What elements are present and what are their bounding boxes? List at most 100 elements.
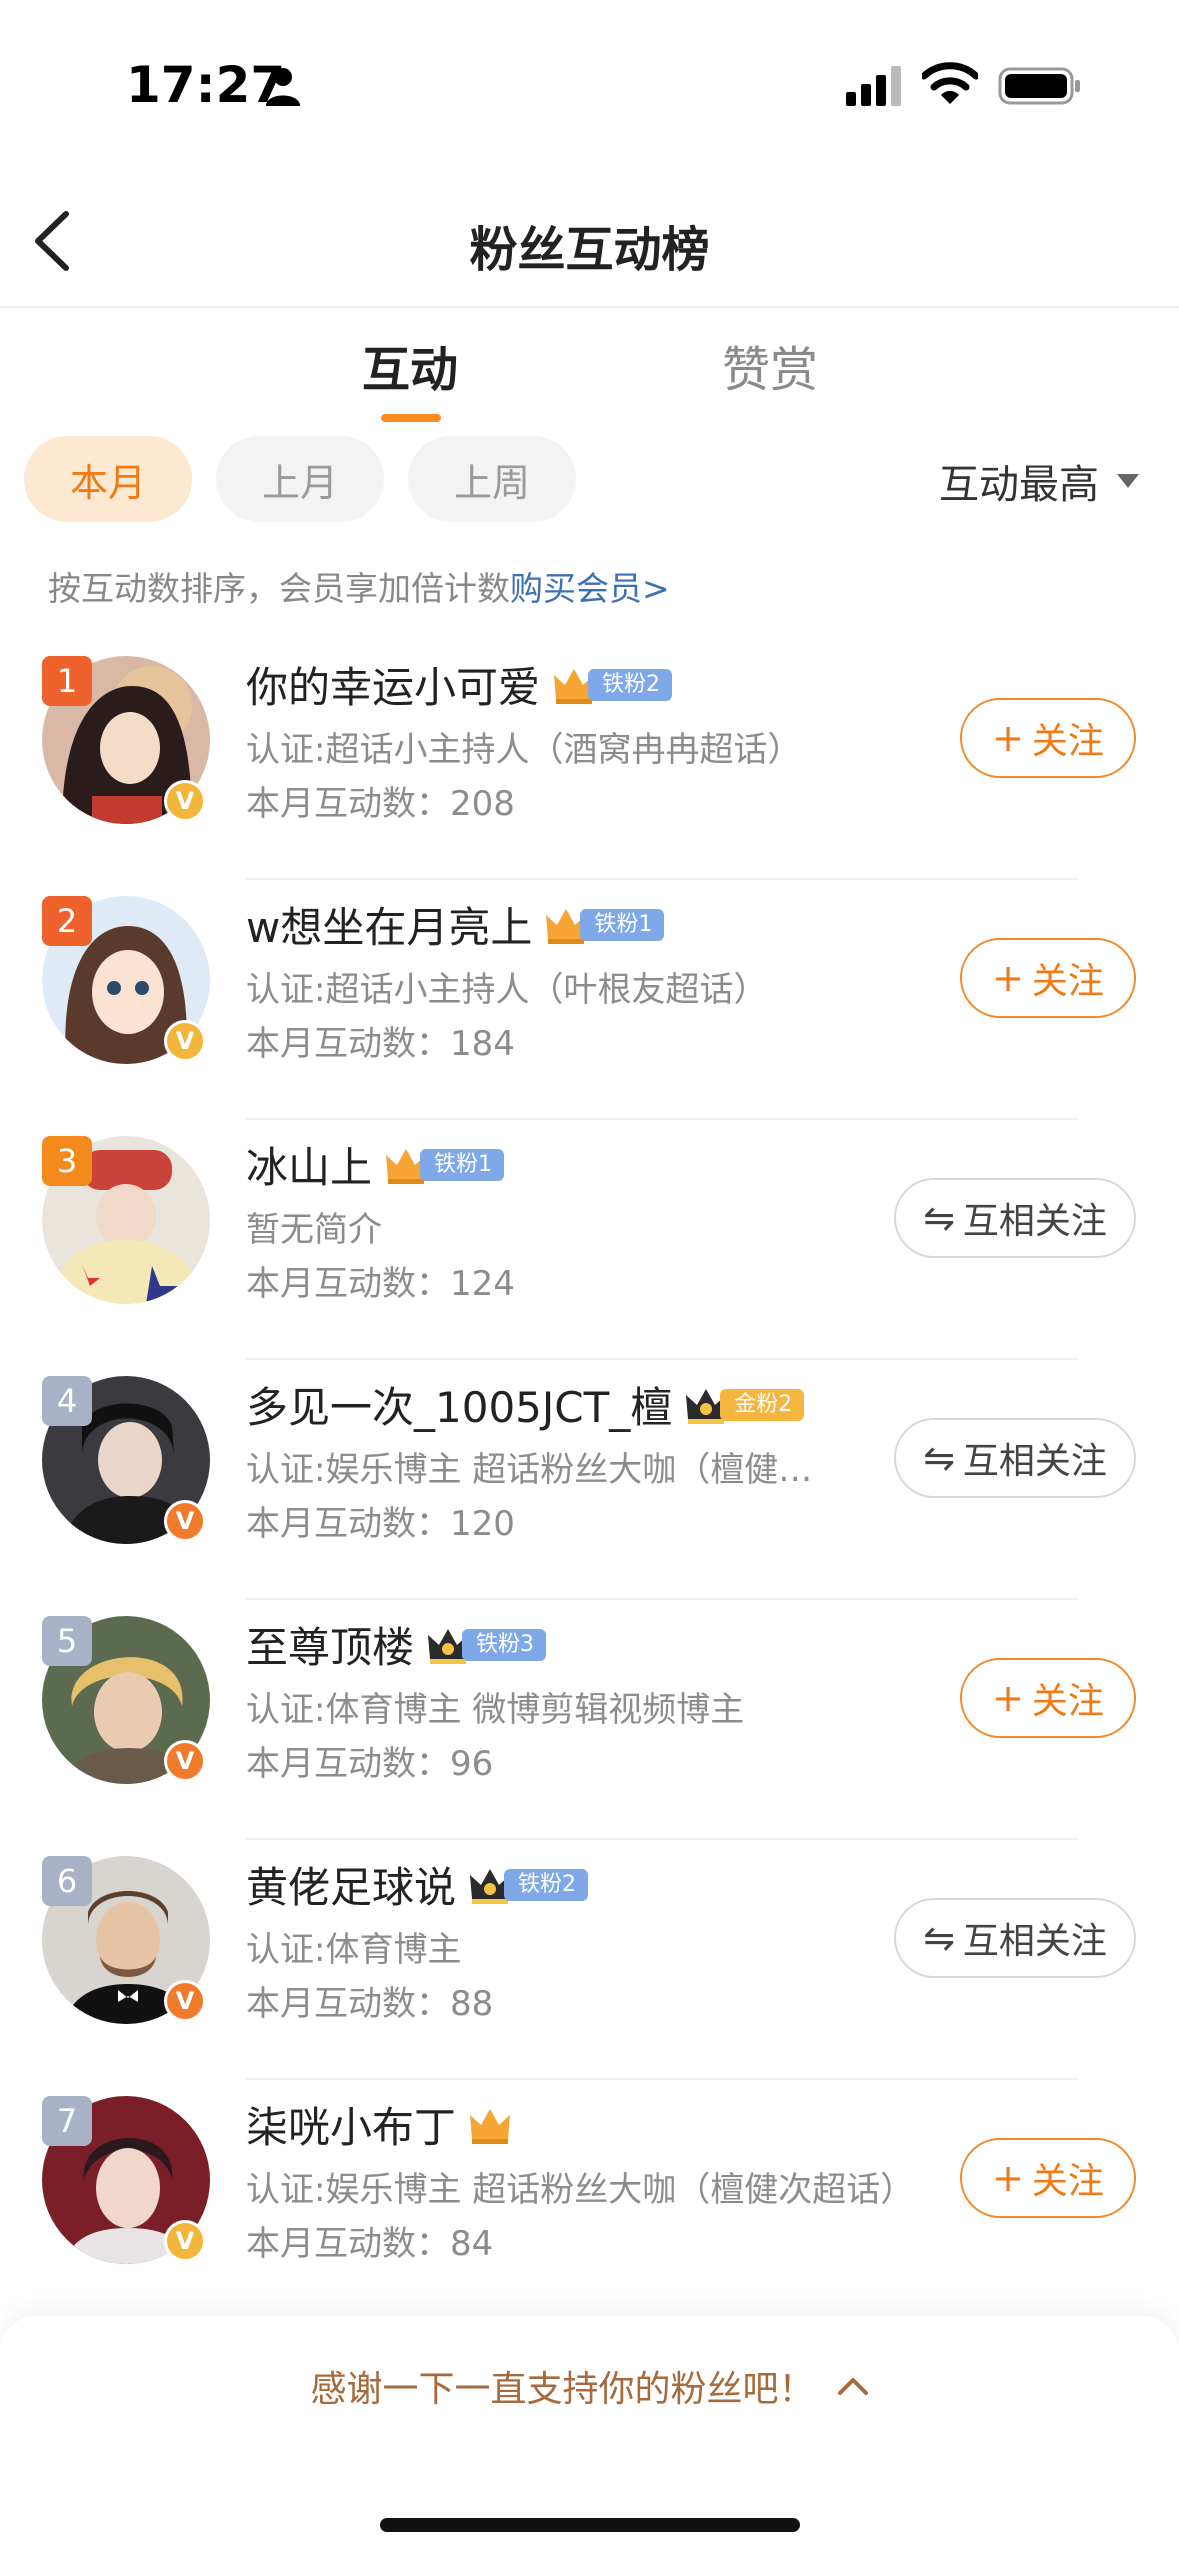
thanks-panel[interactable]: 感谢一下一直支持你的粉丝吧！: [0, 2316, 1179, 2556]
user-bio: 认证:娱乐博主 超话粉丝大咖（檀健次超话）: [246, 1450, 846, 1490]
battery-icon: [998, 67, 1080, 105]
follow-button[interactable]: + 关注: [960, 1658, 1136, 1738]
chevron-up-icon: [837, 2378, 868, 2395]
mutual-follow-label: 互相关注: [962, 1201, 1107, 1242]
mutual-follow-label: 互相关注: [962, 1441, 1107, 1482]
user-bio: 认证:体育博主: [246, 1930, 462, 1970]
home-indicator: [380, 2518, 800, 2532]
plus-icon: +: [992, 1676, 1024, 1720]
interaction-count: 本月互动数：184: [246, 1024, 515, 1064]
sort-dropdown[interactable]: 互动最高: [939, 452, 1139, 510]
mutual-follow-button[interactable]: ⇋ 互相关注: [894, 1898, 1136, 1978]
signal-icon: [846, 66, 901, 106]
sort-label: 互动最高: [939, 462, 1099, 508]
interaction-count: 本月互动数：124: [246, 1264, 515, 1304]
user-name[interactable]: w想坐在月亮上: [246, 894, 532, 955]
list-item[interactable]: 2 V w想坐在月亮上 铁粉1 认证:超话小主持人（叶根友超话） 本月互动数：1…: [0, 880, 1179, 1120]
follow-button[interactable]: + 关注: [960, 938, 1136, 1018]
follow-label: 关注: [1031, 721, 1104, 762]
follow-label: 关注: [1031, 2161, 1104, 2202]
interaction-count: 本月互动数：84: [246, 2224, 494, 2264]
user-name[interactable]: 柒咣小布丁: [246, 2094, 456, 2155]
user-name[interactable]: 你的幸运小可爱: [246, 654, 540, 715]
thanks-bar[interactable]: 感谢一下一直支持你的粉丝吧！: [0, 2360, 1179, 2412]
user-name[interactable]: 至尊顶楼: [246, 1614, 414, 1675]
name-line: 至尊顶楼 铁粉3: [246, 1614, 547, 1675]
list-item[interactable]: 7 V 柒咣小布丁 认证:娱乐博主 超话粉丝大咖（檀健次超话） 本月互动数：84…: [0, 2080, 1179, 2320]
plus-icon: +: [992, 716, 1024, 760]
mutual-follow-icon: ⇋: [923, 1916, 955, 1960]
interaction-count: 本月互动数：208: [246, 784, 515, 824]
tab-reward[interactable]: 赞赏: [722, 330, 818, 400]
nav-bar: 粉丝互动榜: [0, 170, 1179, 308]
list-item[interactable]: 1 V 你的幸运小可爱 铁粉2 认证:超话小主持人（酒窝冉冉超话） 本月互动数：…: [0, 640, 1179, 880]
fan-list: 1 V 你的幸运小可爱 铁粉2 认证:超话小主持人（酒窝冉冉超话） 本月互动数：…: [0, 640, 1179, 2320]
tab-indicator: [381, 414, 441, 422]
follow-label: 关注: [1031, 1681, 1104, 1722]
name-line: 冰山上 铁粉1: [246, 1134, 505, 1195]
person-icon: [266, 68, 300, 106]
name-line: 柒咣小布丁: [246, 2094, 512, 2155]
interaction-count: 本月互动数：120: [246, 1504, 515, 1544]
rank-badge: 6: [42, 1856, 92, 1906]
tab-bar: 互动 赞赏: [0, 310, 1179, 430]
buy-membership-link[interactable]: 购买会员>: [510, 569, 670, 608]
user-bio: 认证:体育博主 微博剪辑视频博主: [246, 1690, 745, 1730]
mutual-follow-icon: ⇋: [923, 1196, 955, 1240]
page-title: 粉丝互动榜: [469, 222, 710, 278]
follow-button[interactable]: + 关注: [960, 2138, 1136, 2218]
fan-level-badge: 铁粉1: [420, 1148, 505, 1181]
verified-icon: V: [164, 1500, 206, 1542]
plus-icon: +: [992, 956, 1024, 1000]
fan-level-badge: 铁粉1: [580, 908, 665, 941]
rank-badge: 1: [42, 656, 92, 706]
fan-level-badge: 铁粉2: [504, 1868, 589, 1901]
verified-icon: V: [164, 780, 206, 822]
filter-last-month[interactable]: 上月: [216, 436, 384, 522]
list-item[interactable]: 4 V 多见一次_1005JCT_檀 金粉2 认证:娱乐博主 超话粉丝大咖（檀健…: [0, 1360, 1179, 1600]
plus-icon: +: [992, 2156, 1024, 2200]
name-line: 你的幸运小可爱 铁粉2: [246, 654, 673, 715]
sort-hint: 按互动数排序，会员享加倍计数购买会员>: [48, 562, 670, 610]
verified-icon: V: [164, 1020, 206, 1062]
hint-text: 按互动数排序，会员享加倍计数: [48, 569, 510, 608]
filter-this-month[interactable]: 本月: [24, 436, 192, 522]
list-item[interactable]: 6 V 黄佬足球说 铁粉2 认证:体育博主 本月互动数：88 ⇋ 互相关注: [0, 1840, 1179, 2080]
fan-level-badge: 铁粉2: [588, 668, 673, 701]
rank-badge: 4: [42, 1376, 92, 1426]
verified-icon: V: [164, 1740, 206, 1782]
verified-icon: V: [164, 2220, 206, 2262]
filter-last-week[interactable]: 上周: [408, 436, 576, 522]
crown-icon: [470, 2108, 511, 2144]
user-bio: 认证:娱乐博主 超话粉丝大咖（檀健次超话）: [246, 2170, 915, 2210]
user-name[interactable]: 多见一次_1005JCT_檀: [246, 1374, 672, 1435]
rank-badge: 7: [42, 2096, 92, 2146]
fan-level-badge: 金粉2: [720, 1388, 805, 1421]
verified-icon: V: [164, 1980, 206, 2022]
caret-down-icon: [1117, 474, 1139, 488]
wifi-icon: [922, 62, 978, 104]
mutual-follow-button[interactable]: ⇋ 互相关注: [894, 1178, 1136, 1258]
mutual-follow-label: 互相关注: [962, 1921, 1107, 1962]
user-bio: 认证:超话小主持人（酒窝冉冉超话）: [246, 730, 802, 770]
tab-interaction[interactable]: 互动: [362, 330, 458, 400]
rank-badge: 2: [42, 896, 92, 946]
status-bar: 17:27: [0, 0, 1179, 170]
rank-badge: 5: [42, 1616, 92, 1666]
follow-button[interactable]: + 关注: [960, 698, 1136, 778]
name-line: 多见一次_1005JCT_檀 金粉2: [246, 1374, 805, 1435]
user-bio: 认证:超话小主持人（叶根友超话）: [246, 970, 768, 1010]
mutual-follow-button[interactable]: ⇋ 互相关注: [894, 1418, 1136, 1498]
list-item[interactable]: 5 V 至尊顶楼 铁粉3 认证:体育博主 微博剪辑视频博主 本月互动数：96 +…: [0, 1600, 1179, 1840]
interaction-count: 本月互动数：88: [246, 1984, 494, 2024]
name-line: w想坐在月亮上 铁粉1: [246, 894, 665, 955]
list-item[interactable]: 3 冰山上 铁粉1 暂无简介 本月互动数：124 ⇋ 互相关注: [0, 1120, 1179, 1360]
follow-label: 关注: [1031, 961, 1104, 1002]
user-name[interactable]: 黄佬足球说: [246, 1854, 456, 1915]
user-name[interactable]: 冰山上: [246, 1134, 372, 1195]
interaction-count: 本月互动数：96: [246, 1744, 494, 1784]
user-bio: 暂无简介: [246, 1210, 382, 1250]
mutual-follow-icon: ⇋: [923, 1436, 955, 1480]
fan-level-badge: 铁粉3: [462, 1628, 547, 1661]
name-line: 黄佬足球说 铁粉2: [246, 1854, 589, 1915]
